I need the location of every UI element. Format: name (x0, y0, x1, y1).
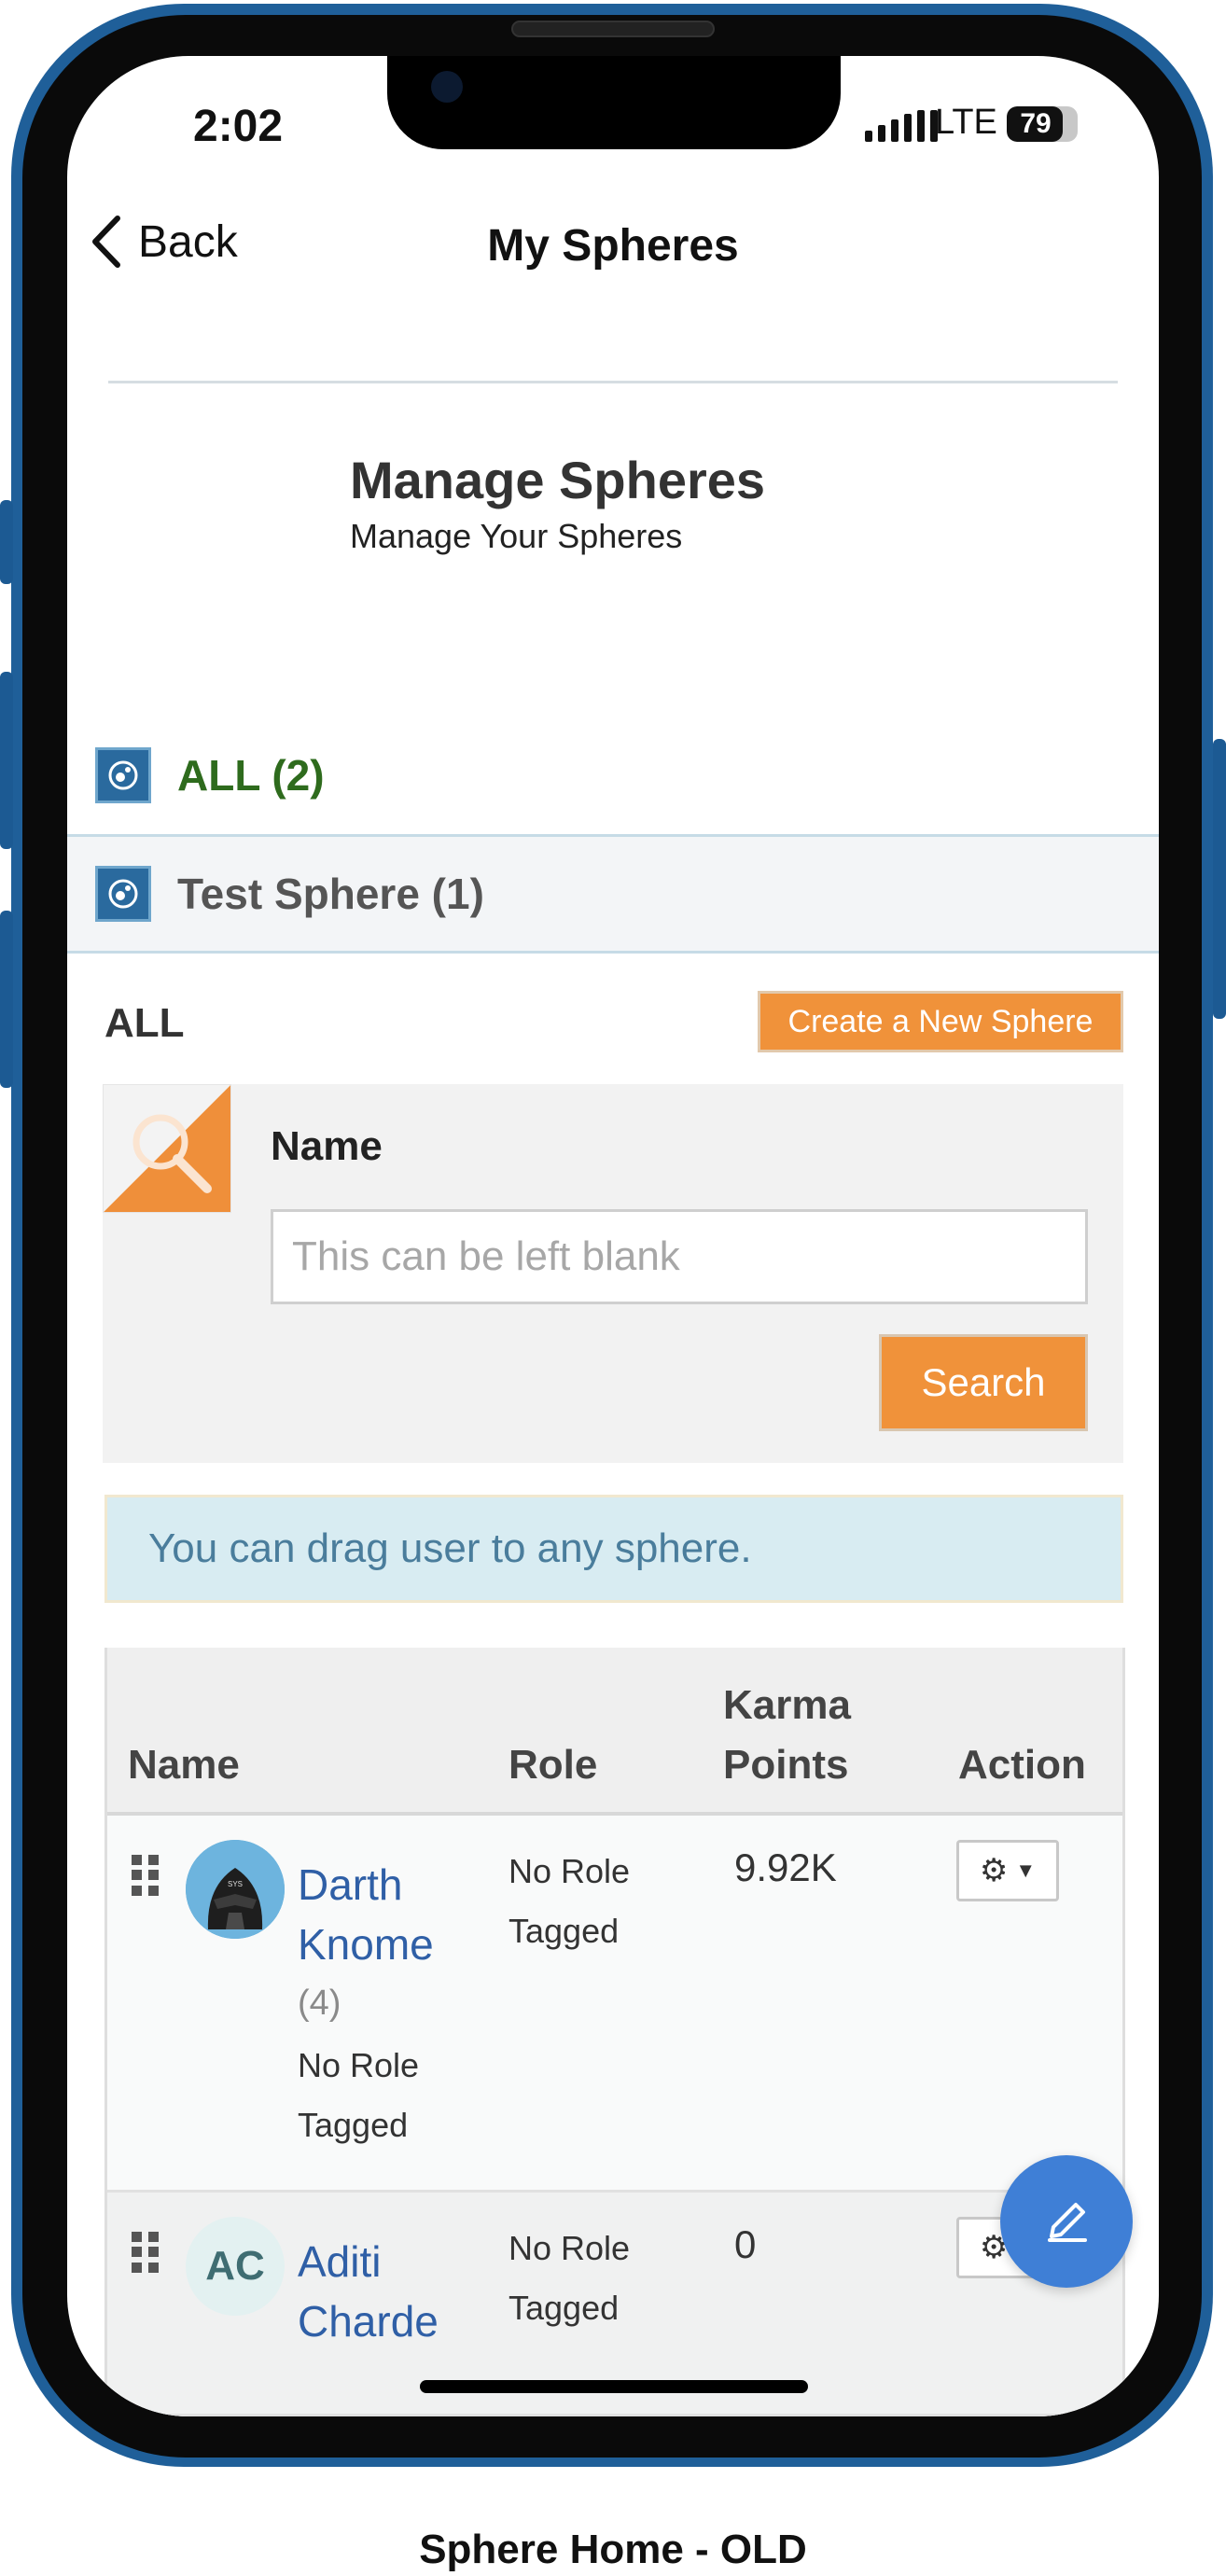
sphere-icon (95, 747, 151, 803)
table-header: Name Role Karma Points Action (107, 1648, 1122, 1816)
volume-up-button (0, 672, 13, 849)
user-name-link[interactable]: Darth Knome (298, 1855, 484, 1974)
header-divider (108, 381, 1118, 383)
user-name-link[interactable]: Aditi Charde (298, 2232, 484, 2351)
avatar: SYS (186, 1840, 285, 1939)
sphere-item-test[interactable]: Test Sphere (1) (67, 834, 1159, 954)
manage-subtitle: Manage Your Spheres (350, 517, 683, 555)
user-count: (4) (298, 1984, 341, 2023)
name-field-label: Name (271, 1123, 383, 1169)
karma-points: 9.92K (734, 1845, 837, 1889)
page-title: My Spheres (487, 221, 739, 271)
user-sub-role-line2: Tagged (298, 2106, 409, 2144)
members-table: Name Role Karma Points Action SYS Darth … (104, 1648, 1125, 2416)
column-header-role[interactable]: Role (509, 1735, 597, 1795)
manage-title: Manage Spheres (350, 451, 766, 509)
karma-header-line2: Points (723, 1742, 849, 1788)
role-line2: Tagged (509, 1912, 620, 1950)
column-header-action: Action (958, 1742, 1086, 1788)
role-line1: No Role (509, 2229, 631, 2267)
volume-down-button (0, 911, 13, 1088)
gear-icon: ⚙ (979, 1853, 1009, 1888)
section-heading: ALL (104, 1000, 185, 1046)
column-header-karma[interactable]: Karma Points (723, 1676, 851, 1795)
role-line1: No Role (509, 1852, 631, 1890)
screen-caption: Sphere Home - OLD (419, 2527, 807, 2572)
role-cell: No Role Tagged (509, 2219, 630, 2338)
battery-icon: 79 (1007, 106, 1078, 142)
dynamic-notch (387, 56, 841, 149)
caret-down-icon: ▼ (1015, 1859, 1037, 1882)
status-time: 2:02 (193, 102, 284, 151)
svg-text:SYS: SYS (228, 1880, 243, 1888)
user-sub-role-line1: No Role (298, 2046, 420, 2084)
battery-percent: 79 (1020, 108, 1052, 139)
drag-handle-icon[interactable] (132, 2232, 160, 2273)
front-camera (431, 71, 463, 103)
edit-fab-button[interactable] (1000, 2155, 1133, 2288)
speaker-grille (511, 21, 715, 37)
create-sphere-button[interactable]: Create a New Sphere (758, 991, 1123, 1052)
role-cell: No Role Tagged (509, 1842, 630, 1961)
action-button (0, 500, 13, 584)
search-panel: Name Search (103, 1084, 1123, 1463)
column-header-name[interactable]: Name (128, 1735, 240, 1795)
user-name-line2: Knome (298, 1920, 434, 1969)
user-name-line1: Aditi (298, 2237, 382, 2286)
network-label: LTE (935, 103, 997, 142)
user-name-line2: Charde (298, 2297, 439, 2346)
drag-handle-icon[interactable] (132, 1855, 160, 1896)
sphere-item-all[interactable]: ALL (2) (67, 717, 1159, 834)
search-icon (103, 1084, 231, 1213)
sphere-label: ALL (2) (177, 751, 325, 800)
darth-vader-avatar-icon: SYS (186, 1840, 285, 1939)
sphere-label: Test Sphere (1) (177, 870, 484, 918)
search-button[interactable]: Search (879, 1334, 1088, 1431)
home-indicator[interactable] (420, 2380, 808, 2393)
sphere-icon (95, 866, 151, 922)
avatar-initials: AC (186, 2217, 285, 2316)
power-button (1213, 739, 1226, 1019)
user-sub-role: No Role Tagged (298, 2036, 419, 2155)
pencil-icon (1048, 2203, 1087, 2242)
row-action-dropdown[interactable]: ⚙ ▼ (956, 1840, 1059, 1901)
table-row: SYS Darth Knome (4) No Role Tagged No Ro… (107, 1816, 1122, 2193)
karma-points: 0 (734, 2222, 757, 2266)
role-line2: Tagged (509, 2289, 620, 2327)
drag-info-banner: You can drag user to any sphere. (104, 1495, 1123, 1603)
karma-header-line1: Karma (723, 1682, 851, 1728)
user-name-line1: Darth (298, 1860, 403, 1909)
signal-icon (865, 110, 938, 142)
app-screen: 2:02 LTE 79 Back My Spheres Manage Spher… (67, 56, 1159, 2416)
name-search-input[interactable] (271, 1209, 1088, 1304)
